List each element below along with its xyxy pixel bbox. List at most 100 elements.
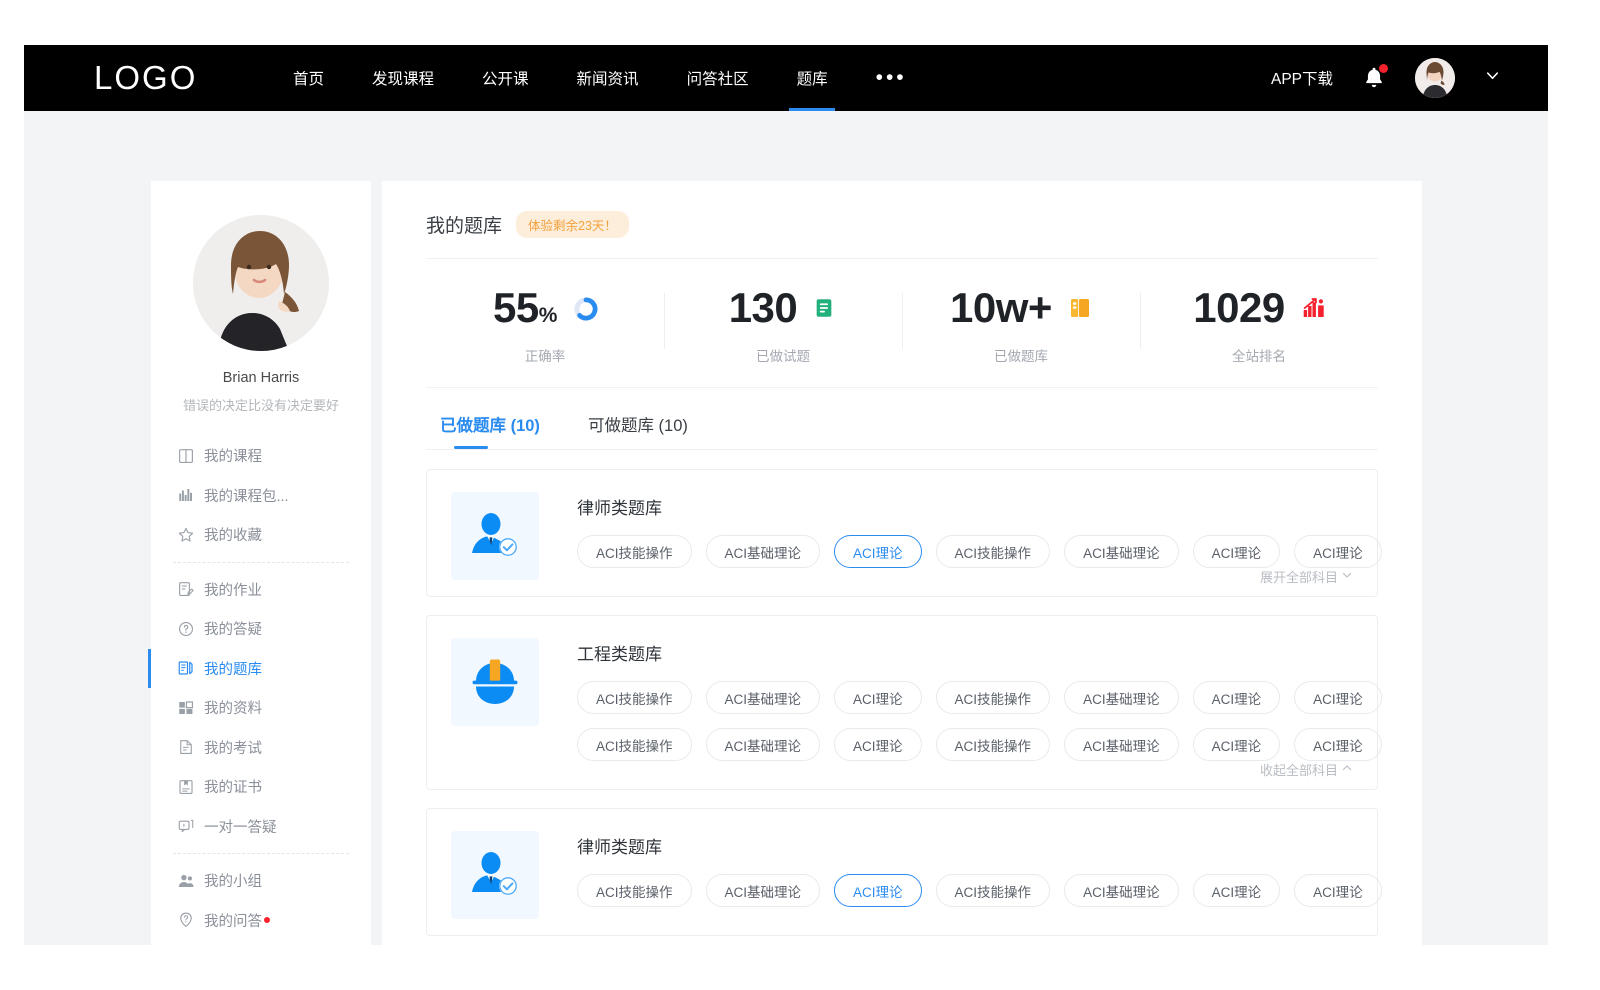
tab-bar: 已做题库 (10) 可做题库 (10) [426, 388, 1378, 449]
stat-value-row: 130 [729, 287, 838, 329]
red-rank-icon [1301, 296, 1325, 320]
subject-tag[interactable]: ACI理论 [1294, 874, 1382, 907]
expand-subjects-toggle[interactable]: 收起全部科目 [1260, 760, 1353, 779]
sidebar-item-label: 我的答疑 [204, 618, 262, 639]
stat-value: 10w+ [950, 287, 1052, 329]
subject-tag[interactable]: ACI理论 [834, 728, 922, 761]
question-bank-card[interactable]: 律师类题库ACI技能操作ACI基础理论ACI理论ACI技能操作ACI基础理论AC… [426, 808, 1378, 936]
nav-item-5[interactable]: 问答社区 [663, 45, 773, 111]
subject-tag[interactable]: ACI理论 [834, 535, 922, 568]
question-bank-card[interactable]: 工程类题库ACI技能操作ACI基础理论ACI理论ACI技能操作ACI基础理论AC… [426, 615, 1378, 790]
tab-label: 已做题库 (10) [440, 417, 540, 435]
subject-tag[interactable]: ACI理论 [834, 874, 922, 907]
subject-tag[interactable]: ACI理论 [1294, 535, 1382, 568]
account-menu-chevron-button[interactable] [1483, 66, 1502, 90]
nav-more-button[interactable]: ••• [852, 45, 931, 111]
sidebar-item-label: 我的小组 [204, 870, 262, 891]
sidebar-item-我的问答[interactable]: 我的问答 [151, 901, 371, 941]
subject-tag[interactable]: ACI技能操作 [936, 535, 1051, 568]
package-icon [177, 486, 195, 504]
subject-tag[interactable]: ACI理论 [1193, 681, 1281, 714]
nav-item-6[interactable]: 题库 [773, 45, 852, 111]
chevron-down-icon [1341, 569, 1353, 584]
subject-tag[interactable]: ACI基础理论 [706, 681, 821, 714]
sidebar-item-我的课程包[interactable]: 我的课程包... [151, 476, 371, 516]
sidebar-item-我的收藏[interactable]: 我的收藏 [151, 515, 371, 555]
nav-item-label: 公开课 [482, 67, 529, 89]
sidebar-item-label: 我的作业 [204, 579, 262, 600]
sidebar-item-我的笔记[interactable]: 我的笔记 [151, 940, 371, 945]
nav-item-4[interactable]: 新闻资讯 [553, 45, 663, 111]
sidebar-avatar [193, 215, 329, 351]
sidebar-item-我的考试[interactable]: 我的考试 [151, 728, 371, 768]
trial-status-badge: 体验剩余23天！ [516, 211, 629, 238]
profile-icon [177, 699, 195, 717]
subject-tag[interactable]: ACI基础理论 [706, 874, 821, 907]
subject-tag-row: ACI技能操作 ACI基础理论 ACI理论 ACI技能操作 ACI基础理论 ACI理论 AC… [577, 874, 1382, 907]
subject-tag[interactable]: ACI技能操作 [936, 681, 1051, 714]
subject-tag-group: ACI技能操作 ACI基础理论 ACI理论 ACI技能操作 ACI基础理论 ACI理论 AC… [577, 874, 1382, 907]
question-bank-card-body: 律师类题库ACI技能操作ACI基础理论ACI理论ACI技能操作ACI基础理论AC… [539, 492, 1382, 582]
site-logo[interactable]: LOGO [94, 59, 197, 97]
green-book-icon [813, 296, 837, 320]
engineer-helmet-icon [451, 638, 539, 726]
subject-tag[interactable]: ACI基础理论 [1064, 681, 1179, 714]
subject-tag[interactable]: ACI理论 [1294, 681, 1382, 714]
content-area: Brian Harris 错误的决定比没有决定要好 我的课程我的课程包...我的… [24, 111, 1548, 945]
sidebar-item-我的答疑[interactable]: 我的答疑 [151, 609, 371, 649]
sidebar-item-我的证书[interactable]: 我的证书 [151, 767, 371, 807]
subject-tag[interactable]: ACI理论 [1193, 535, 1281, 568]
nav-item-label: 问答社区 [687, 67, 749, 89]
subject-tag[interactable]: ACI技能操作 [577, 535, 692, 568]
nav-item-3[interactable]: 公开课 [458, 45, 553, 111]
subject-tag[interactable]: ACI基础理论 [706, 728, 821, 761]
subject-tag[interactable]: ACI理论 [1193, 874, 1281, 907]
subject-tag[interactable]: ACI基础理论 [1064, 728, 1179, 761]
stat-card-1: 55%正确率 [426, 287, 664, 365]
sidebar-item-一对一答疑[interactable]: 一对一答疑 [151, 807, 371, 847]
homework-icon [177, 580, 195, 598]
stat-value-row: 1029 [1193, 287, 1324, 329]
page-title: 我的题库 [426, 211, 502, 238]
stat-label: 已做试题 [756, 345, 810, 365]
subject-tag[interactable]: ACI技能操作 [936, 728, 1051, 761]
subject-tag-row: ACI技能操作 ACI基础理论 ACI理论 ACI技能操作 ACI基础理论 ACI理论 AC… [577, 728, 1382, 761]
sidebar-item-我的资料[interactable]: 我的资料 [151, 688, 371, 728]
expand-subjects-toggle[interactable]: 展开全部科目 [1260, 567, 1353, 586]
expand-subjects-label: 展开全部科目 [1260, 567, 1338, 586]
subject-tag[interactable]: ACI基础理论 [706, 535, 821, 568]
subject-tag[interactable]: ACI理论 [1294, 728, 1382, 761]
subject-tag[interactable]: ACI基础理论 [1064, 535, 1179, 568]
nav-item-1[interactable]: 首页 [269, 45, 348, 111]
certificate-icon [177, 778, 195, 796]
subject-tag[interactable]: ACI理论 [1193, 728, 1281, 761]
sidebar-item-label: 我的课程 [204, 445, 262, 466]
tab-2[interactable]: 可做题库 (10) [588, 412, 688, 449]
notification-bell-button[interactable] [1361, 65, 1387, 91]
nav-item-2[interactable]: 发现课程 [348, 45, 458, 111]
subject-tag[interactable]: ACI基础理论 [1064, 874, 1179, 907]
subject-tag[interactable]: ACI技能操作 [577, 728, 692, 761]
sidebar-item-label: 我的资料 [204, 697, 262, 718]
subject-tag[interactable]: ACI技能操作 [577, 874, 692, 907]
sidebar-item-label: 我的考试 [204, 737, 262, 758]
avatar[interactable] [1415, 58, 1455, 98]
tab-1[interactable]: 已做题库 (10) [440, 412, 540, 449]
subject-tag[interactable]: ACI技能操作 [577, 681, 692, 714]
app-download-link[interactable]: APP下载 [1271, 67, 1333, 89]
sidebar-item-label: 我的题库 [204, 658, 262, 679]
sidebar-divider [173, 853, 349, 854]
sidebar-item-我的小组[interactable]: 我的小组 [151, 861, 371, 901]
stats-row: 55%正确率130已做试题10w+已做题库1029全站排名 [426, 259, 1378, 388]
subject-tag[interactable]: ACI理论 [834, 681, 922, 714]
orange-book-icon [1068, 296, 1092, 320]
sidebar-item-我的课程[interactable]: 我的课程 [151, 436, 371, 476]
subject-tag[interactable]: ACI技能操作 [936, 874, 1051, 907]
app-page: LOGO 首页发现课程 公开课 新闻资讯 问答社区 题库••• APP下载 [24, 45, 1548, 945]
sidebar-item-我的作业[interactable]: 我的作业 [151, 570, 371, 610]
question-bank-card[interactable]: 律师类题库ACI技能操作ACI基础理论ACI理论ACI技能操作ACI基础理论AC… [426, 469, 1378, 597]
question-bank-list: 律师类题库ACI技能操作ACI基础理论ACI理论ACI技能操作ACI基础理论AC… [426, 450, 1378, 936]
one-on-one-icon [177, 817, 195, 835]
stat-label: 正确率 [525, 345, 566, 365]
sidebar-item-我的题库[interactable]: 我的题库 [151, 649, 371, 689]
